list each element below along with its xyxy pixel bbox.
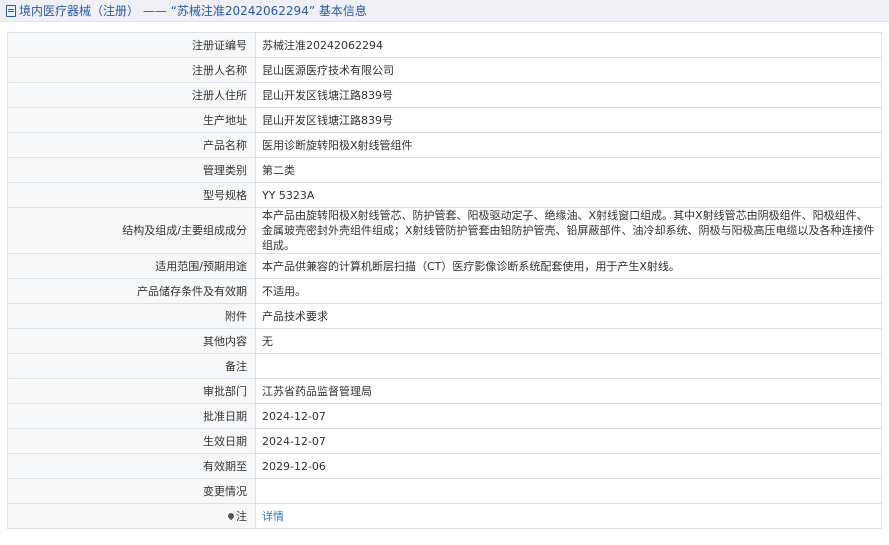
row-value: 江苏省药品监督管理局 (255, 378, 882, 404)
table-row: 备注 (7, 353, 882, 379)
row-value: 第二类 (255, 157, 882, 183)
row-value: 昆山开发区钱塘江路839号 (255, 82, 882, 108)
table-row: 审批部门 江苏省药品监督管理局 (7, 378, 882, 404)
table-row: 注册证编号 苏械注准20242062294 (7, 32, 882, 58)
table-row: 产品储存条件及有效期 不适用。 (7, 278, 882, 304)
row-label: 管理类别 (7, 157, 256, 183)
row-label: 注册人名称 (7, 57, 256, 83)
table-row: 结构及组成/主要组成成分 本产品由旋转阳极X射线管芯、防护管套、阳极驱动定子、绝… (7, 207, 882, 254)
row-label: 注册证编号 (7, 32, 256, 58)
row-label: 批准日期 (7, 403, 256, 429)
table-row: 变更情况 (7, 478, 882, 504)
row-value: 不适用。 (255, 278, 882, 304)
table-row: 管理类别 第二类 (7, 157, 882, 183)
row-value: 无 (255, 328, 882, 354)
document-icon (6, 4, 16, 17)
table-row: 生产地址 昆山开发区钱塘江路839号 (7, 107, 882, 133)
note-label-cell: 注 (7, 503, 256, 529)
row-value (255, 478, 882, 504)
row-label: 生效日期 (7, 428, 256, 454)
row-label: 产品名称 (7, 132, 256, 158)
table-row: 批准日期 2024-12-07 (7, 403, 882, 429)
note-value-cell: 详情 (255, 503, 882, 529)
table-row: 附件 产品技术要求 (7, 303, 882, 329)
row-label: 附件 (7, 303, 256, 329)
pin-icon (226, 511, 236, 520)
row-label: 产品储存条件及有效期 (7, 278, 256, 304)
row-label: 备注 (7, 353, 256, 379)
row-label: 注 (236, 509, 247, 523)
row-label: 生产地址 (7, 107, 256, 133)
table-row: 型号规格 YY 5323A (7, 182, 882, 208)
row-value: 本产品由旋转阳极X射线管芯、防护管套、阳极驱动定子、绝缘油、X射线窗口组成。其中… (255, 207, 882, 254)
detail-table: 注册证编号 苏械注准20242062294 注册人名称 昆山医源医疗技术有限公司… (7, 32, 882, 529)
row-value (255, 353, 882, 379)
row-value: 本产品供兼容的计算机断层扫描（CT）医疗影像诊断系统配套使用，用于产生X射线。 (255, 253, 882, 279)
row-label: 注册人住所 (7, 82, 256, 108)
table-row: 有效期至 2029-12-06 (7, 453, 882, 479)
row-value: 医用诊断旋转阳极X射线管组件 (255, 132, 882, 158)
row-value: 昆山开发区钱塘江路839号 (255, 107, 882, 133)
row-value: 2029-12-06 (255, 453, 882, 479)
table-row: 适用范围/预期用途 本产品供兼容的计算机断层扫描（CT）医疗影像诊断系统配套使用… (7, 253, 882, 279)
row-value: YY 5323A (255, 182, 882, 208)
table-row: 其他内容 无 (7, 328, 882, 354)
row-label: 有效期至 (7, 453, 256, 479)
table-row: 产品名称 医用诊断旋转阳极X射线管组件 (7, 132, 882, 158)
page-title: 境内医疗器械（注册） —— “苏械注准20242062294” 基本信息 (19, 4, 367, 18)
table-row: 注册人住所 昆山开发区钱塘江路839号 (7, 82, 882, 108)
row-value: 苏械注准20242062294 (255, 32, 882, 58)
table-row: 注 详情 (7, 503, 882, 529)
page-header: 境内医疗器械（注册） —— “苏械注准20242062294” 基本信息 (0, 0, 889, 22)
row-label: 型号规格 (7, 182, 256, 208)
row-value: 2024-12-07 (255, 403, 882, 429)
table-row: 生效日期 2024-12-07 (7, 428, 882, 454)
row-value: 昆山医源医疗技术有限公司 (255, 57, 882, 83)
row-label: 结构及组成/主要组成成分 (7, 207, 256, 254)
row-label: 其他内容 (7, 328, 256, 354)
row-label: 适用范围/预期用途 (7, 253, 256, 279)
row-value: 2024-12-07 (255, 428, 882, 454)
row-label: 变更情况 (7, 478, 256, 504)
row-label: 审批部门 (7, 378, 256, 404)
detail-table-container: 注册证编号 苏械注准20242062294 注册人名称 昆山医源医疗技术有限公司… (0, 22, 889, 529)
row-value: 产品技术要求 (255, 303, 882, 329)
table-row: 注册人名称 昆山医源医疗技术有限公司 (7, 57, 882, 83)
details-link[interactable]: 详情 (262, 510, 284, 523)
